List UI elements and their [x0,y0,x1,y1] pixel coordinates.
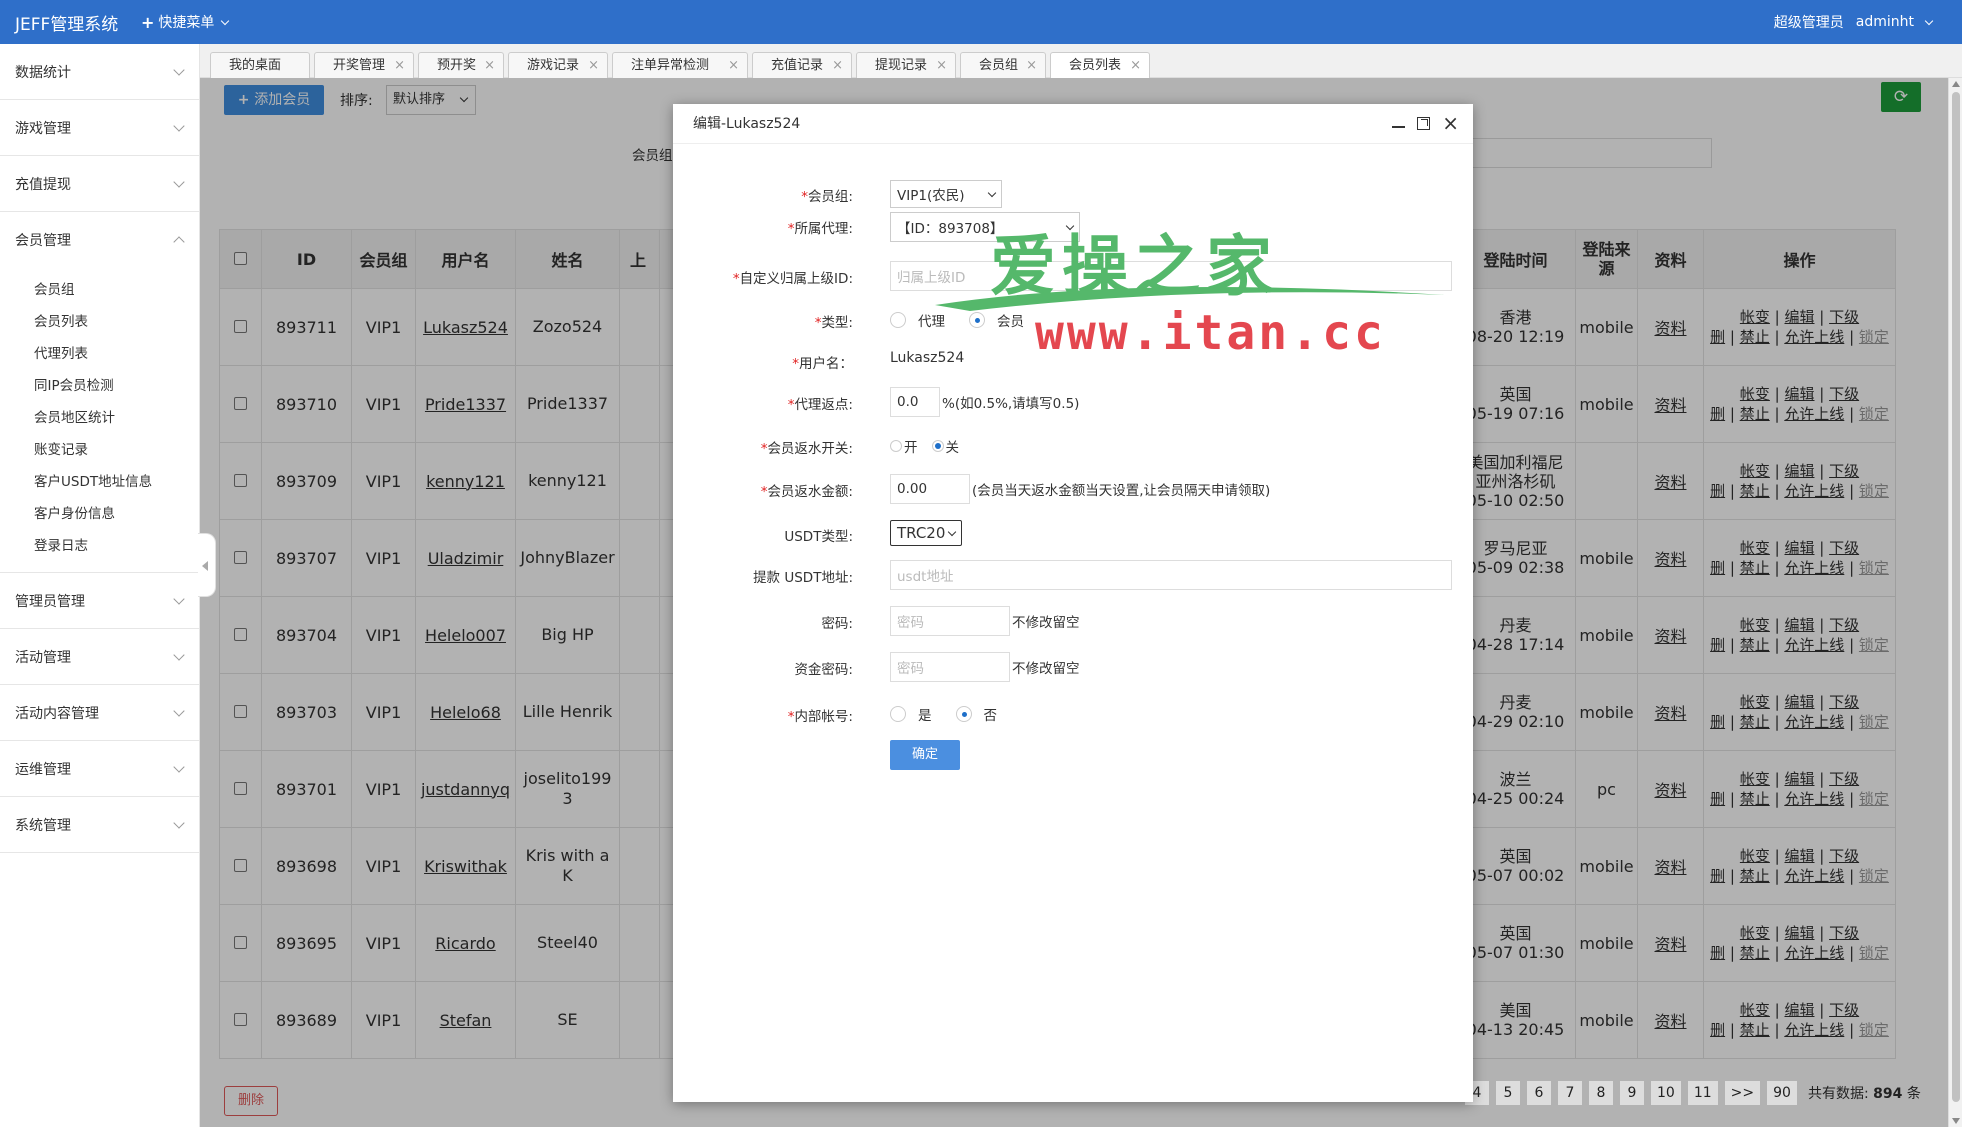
sidebar-item-usdt-address[interactable]: 客户USDT地址信息 [0,466,199,498]
fund-password-input[interactable]: 密码 [890,652,1010,682]
close-icon[interactable]: × [832,53,843,78]
type-agent-radio[interactable] [890,312,906,328]
close-icon[interactable]: × [728,53,739,78]
close-icon[interactable]: × [936,53,947,78]
page-10[interactable]: 10 [1651,1081,1681,1105]
sidebar-menu-ops[interactable]: 运维管理 [0,741,199,797]
sidebar-menu-finance[interactable]: 充值提现 [0,156,199,212]
internal-yes-radio[interactable] [890,706,906,722]
close-icon[interactable]: × [588,53,599,78]
tab-member-list[interactable]: 会员列表 × [1050,52,1150,79]
minimize-icon[interactable] [1392,126,1406,128]
return-off-radio[interactable] [931,440,944,452]
total-count: 共有数据: 894 条 [1807,1086,1921,1102]
return-on-radio[interactable] [890,440,902,452]
close-icon[interactable]: × [1442,113,1459,133]
internal-no-radio[interactable] [955,706,972,722]
page-9[interactable]: 9 [1620,1081,1644,1105]
quick-menu-label: 快捷菜单 [158,15,215,31]
chevron-down-icon [947,527,957,536]
chevron-down-icon [173,592,185,605]
sidebar-item-login-log[interactable]: 登录日志 [0,530,199,562]
sidebar-item-member-list[interactable]: 会员列表 [0,306,199,338]
tab-game-records[interactable]: 游戏记录 × [508,52,608,78]
chevron-down-icon [173,760,185,773]
sidebar-item-region-stats[interactable]: 会员地区统计 [0,402,199,434]
confirm-button[interactable]: 确定 [890,740,960,770]
quick-menu-button[interactable]: + 快捷菜单 [141,12,230,32]
custom-parent-id-input[interactable]: 归属上级ID [890,261,1452,291]
pagination: 4 5 6 7 8 9 10 11 >> 90 共有数据: 894 条 [1465,1081,1921,1105]
user-role: 超级管理员 [1773,15,1844,31]
sidebar-menu-system[interactable]: 系统管理 [0,797,199,853]
chevron-down-icon [173,648,185,661]
tab-withdraw-records[interactable]: 提现记录 × [856,52,956,78]
chevron-down-icon [173,816,185,829]
dialog-window-controls: × [1392,113,1459,133]
sidebar-collapse-handle[interactable] [198,533,216,597]
scrollbar-thumb[interactable] [1952,92,1960,1102]
chevron-up-icon [173,236,185,248]
tab-pre-draw[interactable]: 预开奖 × [418,52,504,78]
close-icon[interactable]: × [1130,53,1141,78]
tab-desktop[interactable]: 我的桌面 [210,52,310,78]
chevron-down-icon [221,16,230,25]
sidebar-submenu-members: 会员组 会员列表 代理列表 同IP会员检测 会员地区统计 账变记录 客户USDT… [0,268,199,573]
sidebar: 数据统计 游戏管理 充值提现 会员管理 会员组 会员列表 代理列表 同IP会员检… [0,44,200,1127]
chevron-down-icon [173,119,185,132]
sidebar-item-member-group[interactable]: 会员组 [0,274,199,306]
edit-member-dialog: 编辑-Lukasz524 × *会员组: VIP1(农民) *所属代理: 【ID… [673,104,1473,1102]
page-6[interactable]: 6 [1527,1081,1551,1105]
chevron-down-icon [173,704,185,717]
chevron-down-icon [987,188,997,197]
agent-rebate-input[interactable]: 0.0 [890,387,940,417]
sidebar-item-identity[interactable]: 客户身份信息 [0,498,199,530]
close-icon[interactable]: × [394,53,405,78]
user-menu[interactable]: 超级管理员 adminht [1773,0,1934,44]
sidebar-menu-activities[interactable]: 活动管理 [0,629,199,685]
maximize-icon[interactable] [1417,116,1431,130]
usdt-address-input[interactable]: usdt地址 [890,560,1452,590]
page-scrollbar[interactable] [1948,78,1962,1127]
chevron-down-icon [173,175,185,188]
return-amount-input[interactable]: 0.00 [890,474,970,504]
brand-title: JEFF管理系统 [15,14,119,35]
tab-member-group[interactable]: 会员组 × [960,52,1046,78]
chevron-down-icon [173,63,185,76]
member-group-select[interactable]: VIP1(农民) [890,180,1002,208]
scroll-down-icon[interactable] [1952,1118,1960,1124]
plus-icon: + [141,12,155,32]
top-bar: JEFF管理系统 + 快捷菜单 超级管理员 adminht [0,0,1962,44]
sidebar-menu-stats[interactable]: 数据统计 [0,44,199,100]
sidebar-item-agent-list[interactable]: 代理列表 [0,338,199,370]
sidebar-menu-activity-content[interactable]: 活动内容管理 [0,685,199,741]
page-next[interactable]: >> [1724,1081,1761,1105]
chevron-down-icon [1924,16,1934,25]
tab-draw-management[interactable]: 开奖管理 × [314,52,414,78]
tab-bar: 我的桌面 开奖管理 × 预开奖 × 游戏记录 × 注单异常检测 × 充值记录 × 提现记录… [200,44,1962,79]
sidebar-menu-games[interactable]: 游戏管理 [0,100,199,156]
password-input[interactable]: 密码 [890,606,1010,636]
scroll-up-icon[interactable] [1952,81,1960,87]
close-icon[interactable]: × [1026,53,1037,78]
usdt-type-select[interactable]: TRC20 [890,520,962,546]
sidebar-item-same-ip[interactable]: 同IP会员检测 [0,370,199,402]
chevron-down-icon [1065,221,1075,230]
type-member-radio[interactable] [969,312,985,328]
tab-bet-anomaly[interactable]: 注单异常检测 × [612,52,748,78]
page-8[interactable]: 8 [1589,1081,1613,1105]
agent-select[interactable]: 【ID：893708】 [890,212,1080,242]
close-icon[interactable]: × [484,53,495,78]
sidebar-item-balance-log[interactable]: 账变记录 [0,434,199,466]
page-5[interactable]: 5 [1496,1081,1520,1105]
page-last[interactable]: 90 [1767,1081,1797,1105]
page-11[interactable]: 11 [1687,1081,1718,1105]
sidebar-menu-admins[interactable]: 管理员管理 [0,573,199,629]
dialog-title: 编辑-Lukasz524 [673,104,1473,144]
user-name: adminht [1855,14,1914,30]
sidebar-menu-members[interactable]: 会员管理 [0,212,199,268]
tab-recharge-records[interactable]: 充值记录 × [752,52,852,78]
page-7[interactable]: 7 [1558,1081,1582,1105]
username-value: Lukasz524 [890,350,965,366]
